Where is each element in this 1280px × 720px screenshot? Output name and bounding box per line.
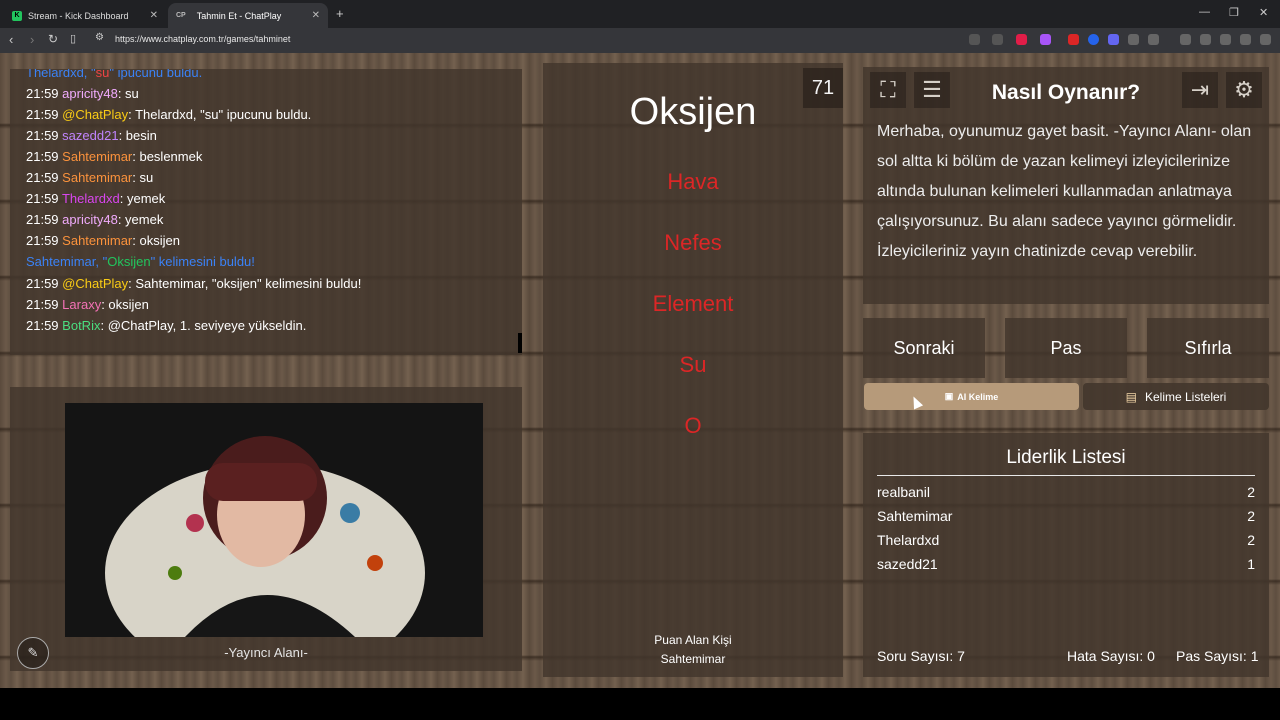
chat-scrollbar[interactable]	[518, 333, 522, 353]
streamer-area-panel: -Yayıncı Alanı- ✎	[10, 387, 522, 671]
address-bar: ‹ › ↻ ▯ ⚙ https://www.chatplay.com.tr/ga…	[0, 28, 1280, 53]
translate-icon[interactable]	[969, 34, 980, 45]
vpn-icon[interactable]	[1240, 34, 1251, 45]
ai-word-button[interactable]: ▣ AI Kelime	[864, 383, 1079, 410]
chat-message: 21:59 sazedd21: besin	[26, 128, 157, 143]
question-count: Soru Sayısı: 7	[877, 648, 965, 664]
wallet-icon[interactable]	[1200, 34, 1211, 45]
chat-message: 21:59 Sahtemimar: oksijen	[26, 233, 180, 248]
browser-tab-bar: K Stream - Kick Dashboard ✕ CP Tahmin Et…	[0, 0, 1280, 28]
taboo-word: Element	[652, 291, 734, 316]
rewards-icon[interactable]	[1040, 34, 1051, 45]
chat-message: 21:59 BotRix: @ChatPlay, 1. seviyeye yük…	[26, 318, 307, 333]
pass-button[interactable]: Pas	[1005, 318, 1127, 378]
taboo-word: Nefes	[664, 230, 722, 255]
leaderboard-panel: Liderlik Listesi realbanil 2 Sahtemimar 2 …	[863, 433, 1269, 677]
chat-message: 21:59 Laraxy: oksijen	[26, 297, 149, 312]
chat-system-message: Thelardxd, "su" ipucunu buldu.	[26, 69, 203, 80]
webcam-video	[65, 403, 483, 637]
close-tab-icon[interactable]: ✕	[312, 10, 320, 21]
close-window-icon[interactable]: ✕	[1259, 6, 1268, 19]
how-to-play-text: Merhaba, oyunumuz gayet basit. -Yayıncı …	[877, 123, 1252, 260]
tab-chatplay[interactable]: CP Tahmin Et - ChatPlay ✕	[168, 3, 328, 28]
target-word: Oksijen	[629, 91, 757, 133]
pass-count: Pas Sayısı: 1	[1176, 648, 1259, 664]
back-icon[interactable]: ‹	[9, 32, 13, 47]
bookmark-icon[interactable]: ▯	[70, 32, 76, 45]
reset-button[interactable]: Sıfırla	[1147, 318, 1269, 378]
new-tab-icon[interactable]: +	[336, 6, 344, 21]
taboo-word: O	[684, 413, 702, 438]
list-icon: ▤	[1125, 389, 1137, 404]
leaderboard-title: Liderlik Listesi	[877, 447, 1255, 476]
media-icon[interactable]	[1148, 34, 1159, 45]
menu-icon[interactable]	[1260, 34, 1271, 45]
forward-icon[interactable]: ›	[30, 32, 34, 47]
extension-icon[interactable]	[1088, 34, 1099, 45]
sidebar-icon[interactable]	[1180, 34, 1191, 45]
game-page: Thelardxd, "su" ipucunu buldu. 21:59 apr…	[0, 53, 1280, 688]
chat-message: 21:59 @ChatPlay: Sahtemimar, "oksijen" k…	[26, 276, 362, 291]
ai-word-label: AI Kelime	[957, 391, 999, 402]
chat-message: 21:59 Thelardxd: yemek	[26, 191, 166, 206]
tab-title: Tahmin Et - ChatPlay	[196, 10, 282, 21]
maximize-icon[interactable]: ❐	[1229, 6, 1239, 19]
site-info-icon[interactable]: ⚙	[95, 32, 104, 43]
pencil-icon[interactable]: ✎	[17, 637, 49, 669]
taskbar-strip	[0, 688, 1280, 720]
how-to-play-title: Nasıl Oynanır?	[991, 81, 1141, 104]
error-count: Hata Sayısı: 0	[1067, 648, 1155, 664]
chat-message: 21:59 Sahtemimar: su	[26, 170, 154, 185]
chatplay-favicon-icon: CP	[176, 12, 186, 19]
streamer-area-label: -Yayıncı Alanı-	[224, 645, 308, 660]
chat-message: 21:59 @ChatPlay: Thelardxd, "su" ipucunu…	[26, 107, 312, 122]
word-card-panel: 71 Oksijen Hava Nefes Element Su O Puan …	[543, 63, 843, 677]
taboo-word: Su	[679, 352, 707, 377]
extension-icon[interactable]	[1068, 34, 1079, 45]
word-lists-button[interactable]: ▤ Kelime Listeleri	[1083, 383, 1269, 410]
share-icon[interactable]	[992, 34, 1003, 45]
chat-message: 21:59 apricity48: yemek	[26, 212, 164, 227]
next-button[interactable]: Sonraki	[863, 318, 985, 378]
extensions-puzzle-icon[interactable]	[1128, 34, 1139, 45]
leo-ai-icon[interactable]	[1220, 34, 1231, 45]
kick-favicon-icon: K	[12, 10, 22, 21]
brave-shield-icon[interactable]	[1016, 34, 1027, 45]
reload-icon[interactable]: ↻	[48, 32, 58, 46]
chat-system-message: Sahtemimar, "Oksijen" kelimesini buldu!	[26, 254, 255, 269]
scorer-label: Puan Alan Kişi	[654, 633, 732, 647]
chat-message: 21:59 apricity48: su	[26, 86, 139, 101]
tab-title: Stream - Kick Dashboard	[28, 10, 129, 21]
taboo-word: Hava	[667, 169, 719, 194]
how-to-play-panel: ⛶ ☰ ⇥ ⚙ Nasıl Oynanır? Merhaba, oyunumuz…	[863, 67, 1269, 304]
url-field[interactable]: https://www.chatplay.com.tr/games/tahmin…	[115, 34, 290, 44]
minimize-icon[interactable]: —	[1199, 6, 1210, 18]
extension-icon[interactable]	[1108, 34, 1119, 45]
robot-icon: ▣	[944, 391, 954, 401]
close-tab-icon[interactable]: ✕	[150, 10, 158, 21]
chat-panel: Thelardxd, "su" ipucunu buldu. 21:59 apr…	[10, 69, 522, 355]
chat-message: 21:59 Sahtemimar: beslenmek	[26, 149, 203, 164]
scorer-name: Sahtemimar	[660, 652, 726, 666]
tab-kick-dashboard[interactable]: K Stream - Kick Dashboard ✕	[4, 3, 166, 28]
word-lists-label: Kelime Listeleri	[1144, 389, 1227, 404]
